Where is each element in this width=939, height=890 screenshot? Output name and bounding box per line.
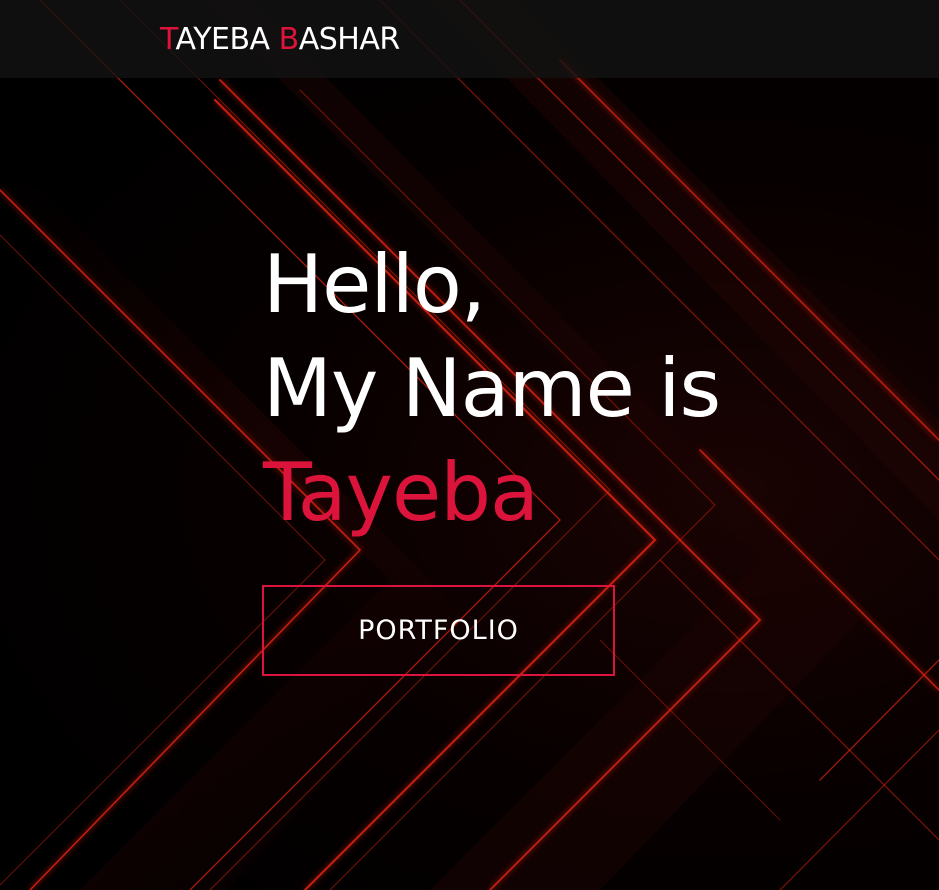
portfolio-button[interactable]: PORTFOLIO — [262, 585, 615, 676]
hero-name: Tayeba — [263, 446, 539, 539]
logo-last-rest: ASHAR — [298, 22, 401, 57]
hero-greeting: Hello, — [263, 238, 486, 331]
logo-last-initial: B — [278, 22, 300, 57]
top-navbar: TAYEBA BASHAR — [0, 0, 939, 78]
logo-first-rest: AYEBA — [175, 22, 271, 57]
hero-section: Hello, My Name is Tayeba — [263, 233, 721, 545]
site-logo[interactable]: TAYEBA BASHAR — [160, 22, 400, 58]
hero-intro: My Name is — [263, 342, 721, 435]
logo-first-initial: T — [160, 22, 176, 57]
page: TAYEBA BASHAR Hello, My Name is Tayeba P… — [0, 0, 939, 890]
